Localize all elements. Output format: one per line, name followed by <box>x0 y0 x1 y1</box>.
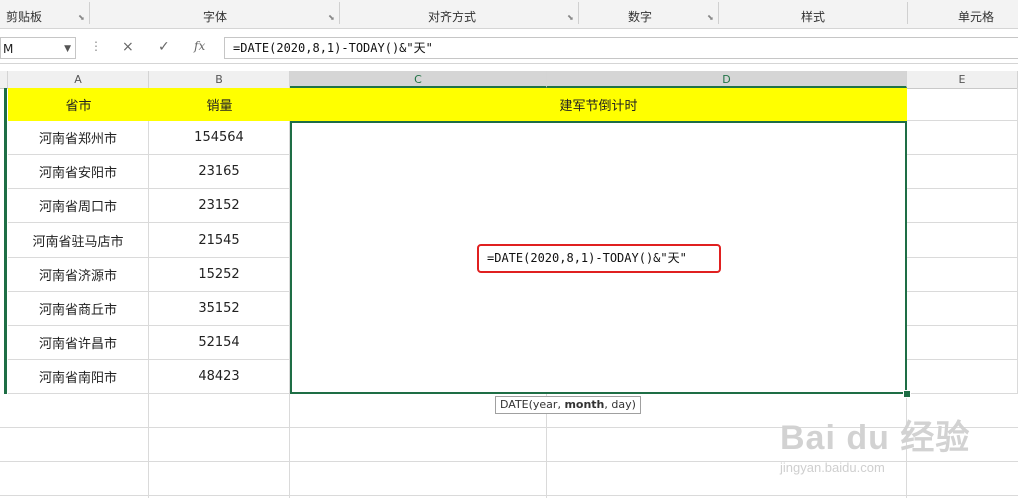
ribbon-group-clipboard: 剪贴板 <box>5 10 42 24</box>
gridline <box>148 394 149 498</box>
sales-cell[interactable]: 15252 <box>149 258 290 292</box>
ribbon-group-cells: 单元格 <box>957 10 994 24</box>
ribbon-group-styles: 样式 <box>800 10 825 24</box>
watermark-logo: Bai du 经验 <box>780 419 971 457</box>
header-cell-sales[interactable]: 销量 <box>149 88 290 121</box>
group-divider <box>907 2 908 24</box>
sales-cell[interactable]: 23165 <box>149 155 290 189</box>
insert-function-button[interactable]: fx <box>194 39 205 53</box>
watermark: Bai du 经验 jingyan.baidu.com <box>780 392 980 492</box>
chevron-down-icon[interactable]: ▼ <box>64 38 71 60</box>
cell[interactable] <box>907 360 1018 394</box>
column-header-a[interactable]: A <box>8 71 149 88</box>
row-selection-indicator <box>4 88 7 394</box>
group-divider <box>339 2 340 24</box>
name-box-value: M <box>3 42 14 56</box>
enter-icon[interactable]: ✓ <box>158 39 170 55</box>
column-header-d[interactable]: D <box>547 71 907 88</box>
name-box[interactable]: M ▼ <box>0 37 76 59</box>
city-cell[interactable]: 河南省许昌市 <box>8 326 149 360</box>
city-cell[interactable]: 河南省郑州市 <box>8 121 149 155</box>
tooltip-prefix: DATE(year, <box>500 398 565 411</box>
watermark-url: jingyan.baidu.com <box>780 460 885 475</box>
cell[interactable] <box>907 189 1018 223</box>
dialog-launcher-icon[interactable]: ⬊ <box>328 13 335 22</box>
cell[interactable] <box>907 326 1018 360</box>
ribbon-group-number: 数字 <box>627 10 652 24</box>
ribbon-group-labels: 剪贴板 ⬊ 字体 ⬊ 对齐方式 ⬊ 数字 ⬊ 样式 单元格 <box>0 0 1018 29</box>
cell[interactable] <box>907 258 1018 292</box>
sales-cell[interactable]: 154564 <box>149 121 290 155</box>
dialog-launcher-icon[interactable]: ⬊ <box>707 13 714 22</box>
more-options-icon[interactable]: ⋮ <box>90 39 102 53</box>
group-divider <box>578 2 579 24</box>
city-cell[interactable]: 河南省济源市 <box>8 258 149 292</box>
group-divider <box>89 2 90 24</box>
tooltip-suffix: , day) <box>604 398 636 411</box>
column-header-b[interactable]: B <box>149 71 290 88</box>
formula-input[interactable]: =DATE(2020,8,1)-TODAY()&"天" <box>224 37 1018 59</box>
city-cell[interactable]: 河南省周口市 <box>8 189 149 223</box>
ribbon-group-font: 字体 <box>202 10 227 24</box>
gridline <box>0 495 1018 496</box>
formula-bar: M ▼ ⋮ × ✓ fx =DATE(2020,8,1)-TODAY()&"天" <box>0 33 1018 64</box>
cancel-icon[interactable]: × <box>122 39 134 55</box>
in-cell-formula-editor[interactable]: =DATE(2020,8,1)-TODAY()&"天" <box>477 244 721 273</box>
cell[interactable] <box>907 155 1018 189</box>
cell[interactable] <box>907 292 1018 326</box>
cell[interactable] <box>907 223 1018 258</box>
sales-cell[interactable]: 48423 <box>149 360 290 394</box>
header-cell-countdown[interactable]: 建军节倒计时 <box>290 88 907 121</box>
tooltip-current-arg: month <box>564 398 605 411</box>
select-all-corner[interactable] <box>0 71 8 88</box>
column-header-c[interactable]: C <box>290 71 547 88</box>
city-cell[interactable]: 河南省商丘市 <box>8 292 149 326</box>
sales-cell[interactable]: 52154 <box>149 326 290 360</box>
city-cell[interactable]: 河南省驻马店市 <box>8 223 149 258</box>
column-headers: A B C D E <box>0 71 1018 89</box>
city-cell[interactable]: 河南省南阳市 <box>8 360 149 394</box>
ribbon-group-alignment: 对齐方式 <box>427 10 476 24</box>
header-cell-province[interactable]: 省市 <box>8 88 149 121</box>
city-cell[interactable]: 河南省安阳市 <box>8 155 149 189</box>
sales-cell[interactable]: 23152 <box>149 189 290 223</box>
cell[interactable] <box>907 88 1018 121</box>
sales-cell[interactable]: 21545 <box>149 223 290 258</box>
cell[interactable] <box>907 121 1018 155</box>
group-divider <box>718 2 719 24</box>
sales-cell[interactable]: 35152 <box>149 292 290 326</box>
column-header-e[interactable]: E <box>907 71 1018 88</box>
dialog-launcher-icon[interactable]: ⬊ <box>78 13 85 22</box>
gridline <box>289 394 290 498</box>
dialog-launcher-icon[interactable]: ⬊ <box>567 13 574 22</box>
function-argument-tooltip: DATE(year, month, day) <box>495 396 641 414</box>
